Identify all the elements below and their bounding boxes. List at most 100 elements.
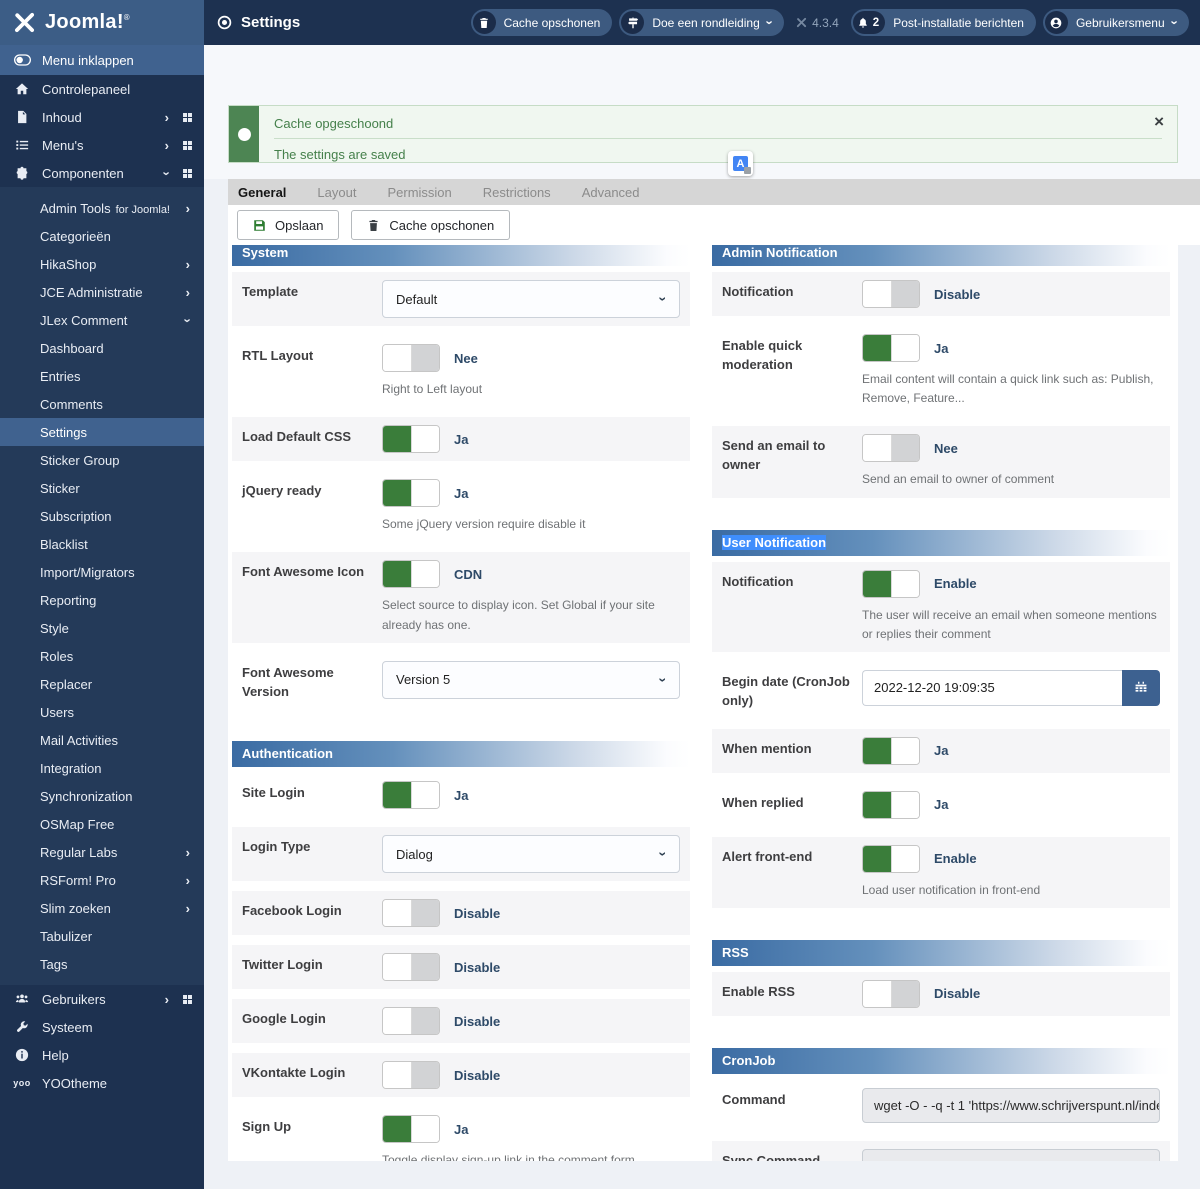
alert-status-bar [229,106,259,162]
vkontakte-login-toggle[interactable] [382,1061,440,1090]
close-icon[interactable]: × [1154,113,1164,130]
login-type-select[interactable]: Dialog › [382,835,680,874]
sidebar-item-import-migrators[interactable]: Import/Migrators [0,558,204,586]
translate-popup-icon[interactable]: A [728,151,753,176]
trash-icon [367,219,380,232]
sidebar-item-replacer[interactable]: Replacer [0,670,204,698]
sidebar-item-label: Integration [40,761,190,776]
jquery-ready-toggle[interactable] [382,479,440,508]
calendar-button[interactable] [1122,669,1160,706]
load-default-css-toggle[interactable] [382,425,440,454]
field-control: Disable [382,1007,680,1036]
tab-layout[interactable]: Layout [317,185,356,200]
when-mention-toggle[interactable] [862,736,920,765]
facebook-login-toggle[interactable] [382,899,440,928]
sidebar-item-componenten[interactable]: Componenten › [0,159,204,187]
chevron-right-icon: › [185,872,190,888]
google-login-toggle[interactable] [382,1007,440,1036]
sidebar-item-categorie-n[interactable]: Categorieën [0,222,204,250]
sidebar-item-admin-tools[interactable]: Admin Tools for Joomla! › [0,194,204,222]
nav-button-doe-een-rondleiding[interactable]: Doe een rondleiding › [619,9,785,36]
field-control: Disable [382,953,680,982]
sidebar-item-sticker[interactable]: Sticker [0,474,204,502]
command-input[interactable]: wget -O - -q -t 1 'https://www.schrijver… [862,1087,1160,1123]
sidebar-item-label: Tabulizer [40,929,190,944]
alert-front-end-toggle[interactable] [862,844,920,873]
sidebar-item-blacklist[interactable]: Blacklist [0,530,204,558]
opslaan-button[interactable]: Opslaan [237,210,340,240]
sidebar-item-settings[interactable]: Settings [0,418,204,446]
sidebar-item-rsform-pro[interactable]: RSForm! Pro › [0,866,204,894]
sidebar-item-reporting[interactable]: Reporting [0,586,204,614]
field-row-font-awesome-icon: Font Awesome Icon CDN Select source to dis… [232,552,690,643]
sidebar-item-jce-administratie[interactable]: JCE Administratie › [0,278,204,306]
nav-button-cache-opschonen[interactable]: Cache opschonen [470,9,613,36]
section-user-notification: User Notification Notification Enable The u… [712,529,1170,908]
sidebar-item-controlepaneel[interactable]: Controlepaneel [0,75,204,103]
alert-message: The settings are saved [274,147,406,162]
sync-command-input[interactable]: wget -O - -q -t 1 'https://www.schrijver… [862,1148,1160,1161]
menu-collapse-button[interactable]: Menu inklappen [0,45,204,75]
sidebar-item-style[interactable]: Style [0,614,204,642]
sidebar-item-systeem[interactable]: Systeem [0,1013,204,1041]
tab-permission[interactable]: Permission [387,185,451,200]
sign-up-toggle[interactable] [382,1115,440,1144]
sidebar-item-users[interactable]: Users [0,698,204,726]
send-an-email-to-owner-toggle[interactable] [862,434,920,463]
sidebar-item-sticker-group[interactable]: Sticker Group [0,446,204,474]
toggle-half [383,561,411,588]
toggle-half [411,1062,439,1089]
when-replied-toggle[interactable] [862,790,920,819]
toggle-line: Enable [862,844,1160,873]
enable-rss-toggle[interactable] [862,979,920,1008]
tab-advanced[interactable]: Advanced [582,185,640,200]
sidebar-item-jlex-comment[interactable]: JLex Comment › [0,306,204,334]
sidebar-item-menu-s[interactable]: Menu's › [0,131,204,159]
sidebar-item-gebruikers[interactable]: Gebruikers › [0,985,204,1013]
sidebar-item-label: Inhoud [42,110,165,125]
sidebar-item-synchronization[interactable]: Synchronization [0,782,204,810]
template-select[interactable]: Default › [382,280,680,318]
sidebar-item-tags[interactable]: Tags [0,950,204,978]
font-awesome-icon-toggle[interactable] [382,560,440,589]
sidebar-item-slim-zoeken[interactable]: Slim zoeken › [0,894,204,922]
joomla-version: 4.3.4 [796,16,839,30]
notification-toggle[interactable] [862,280,920,308]
joomla-logo[interactable]: Joomla!® [0,0,204,45]
sidebar-item-comments[interactable]: Comments [0,390,204,418]
sidebar-item-subscription[interactable]: Subscription [0,502,204,530]
sidebar-item-inhoud[interactable]: Inhoud › [0,103,204,131]
sidebar-item-mail-activities[interactable]: Mail Activities [0,726,204,754]
sidebar-item-text: Componenten [42,165,124,181]
notification-toggle[interactable] [862,569,920,598]
nav-button-gebruikersmenu[interactable]: Gebruikersmenu › [1042,9,1189,36]
twitter-login-toggle[interactable] [382,953,440,982]
sidebar-item-entries[interactable]: Entries [0,362,204,390]
field-label: Font Awesome Version [242,664,334,699]
sidebar-item-roles[interactable]: Roles [0,642,204,670]
field-control: Enable The user will receive an email whe… [862,569,1160,644]
field-control: Ja [382,425,680,454]
nav-button-post-installatie-berichten[interactable]: 2 Post-installatie berichten [850,9,1036,36]
rtl-layout-toggle[interactable] [382,344,440,372]
sidebar-item-osmap-free[interactable]: OSMap Free [0,810,204,838]
tab-general[interactable]: General [238,185,286,200]
enable-quick-moderation-toggle[interactable] [862,334,920,362]
sidebar-item-hikashop[interactable]: HikaShop › [0,250,204,278]
field-label: Begin date (CronJob only) [722,673,850,708]
font-awesome-version-select[interactable]: Version 5 › [382,660,680,699]
field-row-google-login: Google Login Disable [232,999,690,1044]
sidebar-item-help[interactable]: Help [0,1041,204,1069]
field-label: Google Login [242,1011,326,1027]
tab-restrictions[interactable]: Restrictions [483,185,551,200]
cache-opschonen-button[interactable]: Cache opschonen [351,210,511,240]
begin-date-cronjob-only-input[interactable] [862,669,1122,706]
toggle-line: Disable [382,899,680,928]
sidebar-item-regular-labs[interactable]: Regular Labs › [0,838,204,866]
sidebar-item-text: JCE Administratie [40,284,143,300]
sidebar-item-dashboard[interactable]: Dashboard [0,334,204,362]
sidebar-item-integration[interactable]: Integration [0,754,204,782]
sidebar-item-yootheme[interactable]: yoo YOOtheme [0,1069,204,1097]
site-login-toggle[interactable] [382,781,440,810]
sidebar-item-tabulizer[interactable]: Tabulizer [0,922,204,950]
